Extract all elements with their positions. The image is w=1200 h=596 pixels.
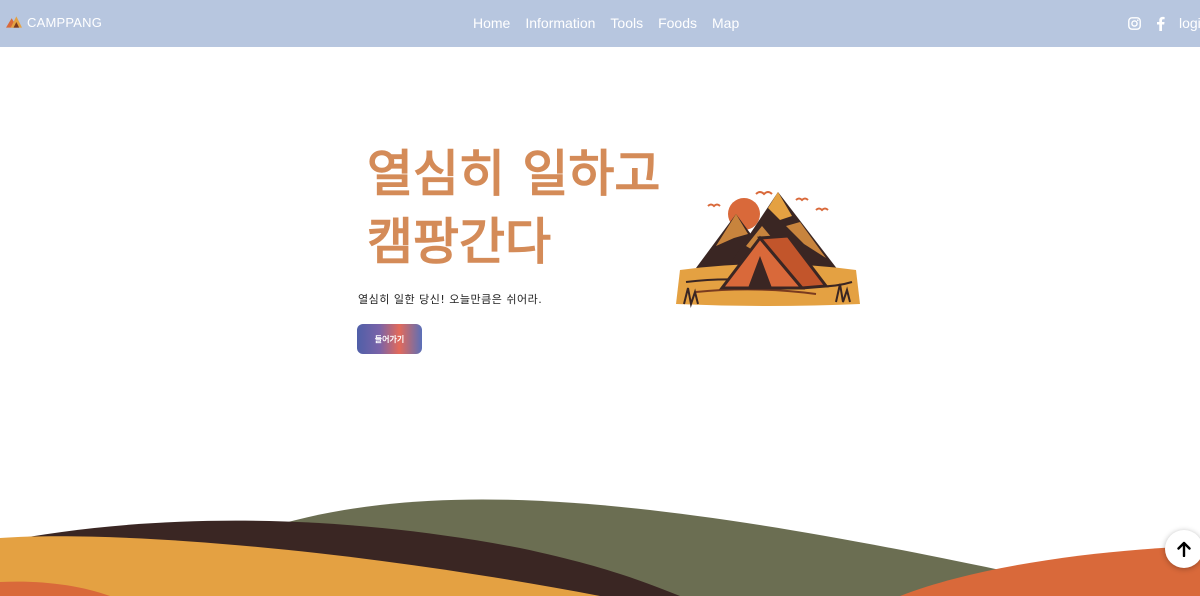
hero-title-line2: 캠팡간다 bbox=[367, 213, 551, 271]
nav-foods[interactable]: Foods bbox=[658, 15, 697, 31]
hero-title-line1: 열심히 일하고 bbox=[367, 145, 661, 203]
hills-background bbox=[0, 499, 1200, 596]
social-links bbox=[1126, 15, 1168, 31]
camping-mountain-illustration bbox=[676, 186, 860, 312]
nav-links: Home Information Tools Foods Map bbox=[473, 15, 739, 31]
nav-information[interactable]: Information bbox=[525, 15, 595, 31]
navbar: CAMPPANG Home Information Tools Foods Ma… bbox=[0, 0, 1200, 47]
enter-button[interactable]: 들어가기 bbox=[357, 324, 422, 354]
brand-name: CAMPPANG bbox=[27, 14, 103, 30]
tent-logo-icon bbox=[6, 14, 22, 30]
nav-tools[interactable]: Tools bbox=[610, 15, 643, 31]
arrow-up-icon bbox=[1176, 541, 1192, 557]
hero-subtitle: 열심히 일한 당신! 오늘만큼은 쉬어라. bbox=[358, 293, 543, 306]
login-link[interactable]: login bbox=[1179, 15, 1200, 31]
instagram-icon[interactable] bbox=[1126, 15, 1142, 31]
nav-home[interactable]: Home bbox=[473, 15, 510, 31]
brand-link[interactable]: CAMPPANG bbox=[6, 14, 102, 30]
nav-map[interactable]: Map bbox=[712, 15, 739, 31]
facebook-icon[interactable] bbox=[1152, 15, 1168, 31]
hero-title: 열심히 일하고 캠팡간다 bbox=[367, 140, 660, 276]
scroll-top-button[interactable] bbox=[1165, 530, 1200, 568]
